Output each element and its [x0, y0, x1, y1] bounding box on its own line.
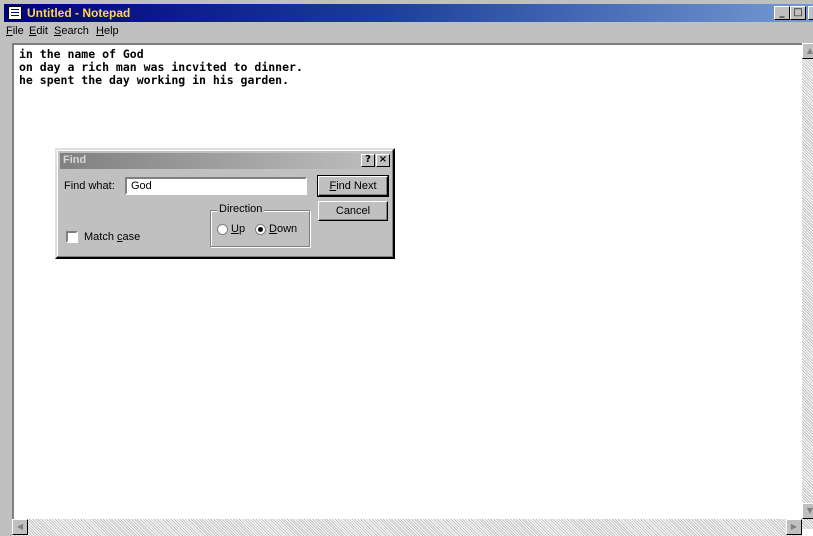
arrow-up-icon[interactable]: ▲	[802, 43, 813, 59]
arrow-left-icon[interactable]: ◀	[12, 519, 28, 535]
find-next-button[interactable]: Find Next	[317, 175, 389, 197]
arrow-down-icon[interactable]: ▼	[802, 503, 813, 519]
window-title: Untitled - Notepad	[27, 6, 131, 20]
down-label[interactable]: Down	[269, 223, 297, 235]
find-what-input[interactable]	[125, 177, 307, 195]
match-case-label[interactable]: Match case	[84, 231, 140, 243]
menu-help-label: elp	[103, 25, 119, 37]
up-radio[interactable]	[217, 224, 228, 235]
menu-search[interactable]: Search	[54, 25, 89, 37]
menu-file[interactable]: File	[6, 25, 24, 37]
cancel-button[interactable]: Cancel	[318, 201, 388, 221]
down-radio[interactable]	[255, 224, 266, 235]
direction-group: Direction Up Down	[210, 203, 310, 247]
match-case-checkbox[interactable]	[66, 231, 78, 243]
notepad-window: Untitled - Notepad _ □ × File Edit Searc…	[0, 0, 813, 536]
vertical-scrollbar[interactable]: ▲ ▼	[802, 43, 813, 529]
menu-search-label: earch	[61, 25, 89, 37]
title-bar[interactable]: Untitled - Notepad _ □ ×	[4, 4, 813, 22]
minimize-button[interactable]: _	[774, 6, 790, 20]
maximize-button[interactable]: □	[790, 6, 806, 20]
direction-label: Direction	[217, 203, 265, 215]
dialog-close-icon[interactable]: ×	[376, 154, 390, 167]
find-next-label: ind Next	[336, 180, 377, 192]
menu-file-label: ile	[12, 25, 24, 37]
find-what-label: Find what:	[64, 180, 115, 192]
up-text: p	[238, 223, 246, 235]
match-case-rest: ase	[122, 231, 141, 243]
find-dialog-title-bar[interactable]: Find ? ×	[60, 153, 390, 169]
menu-edit[interactable]: Edit	[29, 25, 48, 37]
text-editor[interactable]: in the name of God on day a rich man was…	[12, 43, 813, 536]
find-dialog-title: Find	[63, 154, 87, 166]
down-text: own	[276, 223, 298, 235]
editor-content[interactable]: in the name of God on day a rich man was…	[19, 48, 303, 87]
menu-help-mnemonic: H	[96, 25, 104, 37]
up-mnemonic: U	[231, 223, 239, 235]
up-label[interactable]: Up	[231, 223, 245, 235]
menu-file-mnemonic: F	[6, 25, 13, 37]
help-icon[interactable]: ?	[361, 154, 375, 167]
menu-bar: File Edit Search Help	[4, 23, 813, 40]
down-mnemonic: D	[269, 223, 277, 235]
horizontal-scrollbar[interactable]: ◀ ▶	[12, 519, 802, 536]
find-dialog: Find ? × Find what: Find Next Cancel Dir…	[55, 148, 395, 259]
match-case-text: Match	[84, 231, 118, 243]
close-button[interactable]: ×	[808, 6, 813, 20]
menu-help[interactable]: Help	[96, 25, 119, 37]
notepad-icon[interactable]	[8, 6, 22, 20]
menu-edit-label: dit	[36, 25, 48, 37]
arrow-right-icon[interactable]: ▶	[786, 519, 802, 535]
